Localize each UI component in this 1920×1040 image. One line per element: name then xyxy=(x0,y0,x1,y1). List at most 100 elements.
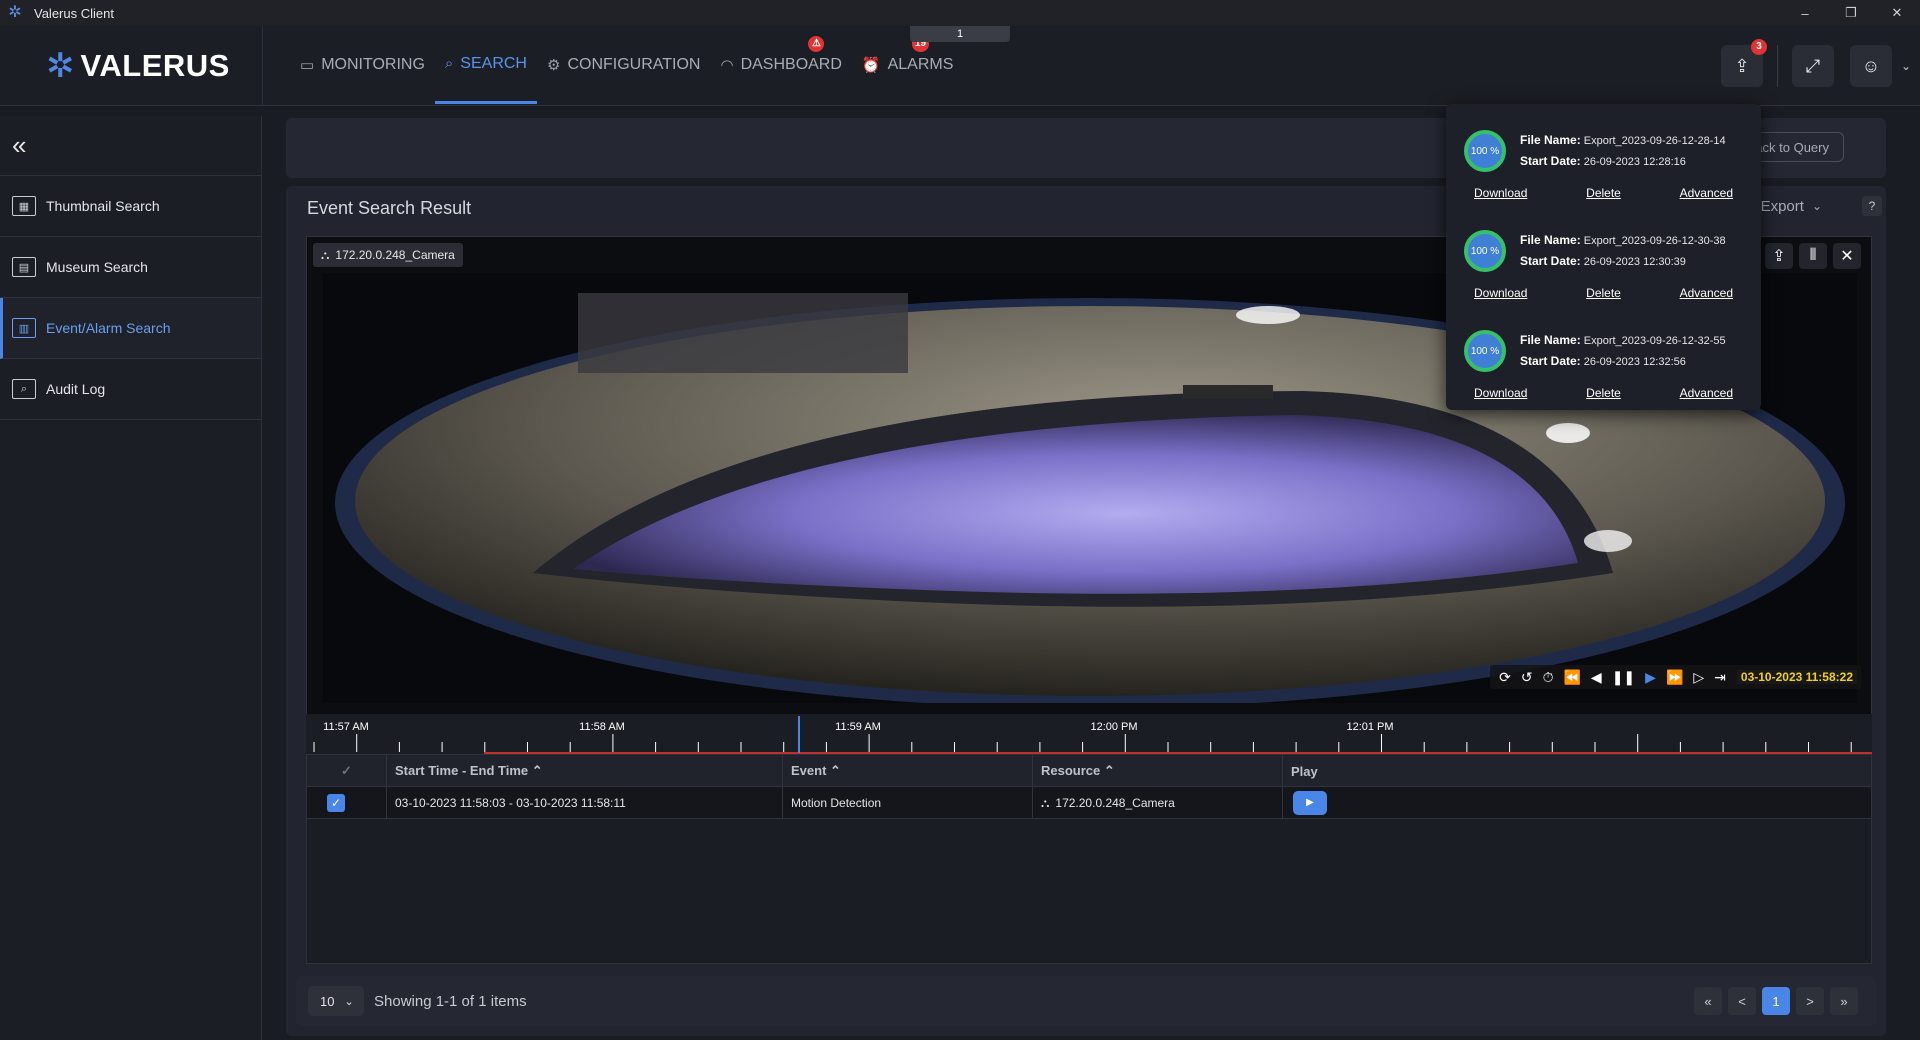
export-info: File Name: Export_2023-09-26-12-32-55 St… xyxy=(1520,330,1726,372)
delete-link[interactable]: Delete xyxy=(1586,286,1621,300)
page-size-select[interactable]: 10 ⌄ xyxy=(308,986,364,1016)
window-titlebar: ✲ Valerus Client – ❐ ✕ xyxy=(0,0,1920,26)
row-checkbox-cell: ✓ xyxy=(307,787,387,819)
loop-button[interactable]: ↺ xyxy=(1521,669,1533,686)
camera-icon: ⛬ xyxy=(321,247,330,262)
playback-timeline[interactable]: 11:57 AM 11:58 AM 11:59 AM 12:00 PM 12:0… xyxy=(306,714,1872,754)
page-size-value: 10 xyxy=(320,993,335,1009)
export-progress-ring: 100 % xyxy=(1464,330,1506,372)
exports-button[interactable]: ⇪ 3 xyxy=(1721,39,1767,87)
sidebar-item-label: Museum Search xyxy=(46,259,148,275)
advanced-link[interactable]: Advanced xyxy=(1680,186,1733,200)
column-start-end-time[interactable]: Start Time - End Time ⌃ xyxy=(387,755,783,787)
row-time: 03-10-2023 11:58:03 - 03-10-2023 11:58:1… xyxy=(387,787,783,819)
chevron-down-icon[interactable]: ⌄ xyxy=(1892,59,1920,73)
export-item: 100 % File Name: Export_2023-09-26-12-32… xyxy=(1446,316,1761,416)
exports-popup: 100 % File Name: Export_2023-09-26-12-28… xyxy=(1446,104,1761,410)
video-close-button[interactable]: ✕ xyxy=(1833,243,1861,269)
workspace-tab[interactable]: 1 xyxy=(910,26,1010,42)
ceiling-light xyxy=(1584,530,1632,552)
download-link[interactable]: Download xyxy=(1474,386,1527,400)
column-event[interactable]: Event ⌃ xyxy=(783,755,1033,787)
prev-page-button[interactable]: < xyxy=(1728,987,1756,1015)
timeline-label: 12:01 PM xyxy=(1346,721,1393,733)
export-file-name: Export_2023-09-26-12-30-38 xyxy=(1583,235,1726,247)
minimize-button[interactable]: – xyxy=(1782,0,1828,26)
advanced-link[interactable]: Advanced xyxy=(1680,386,1733,400)
export-progress-ring: 100 % xyxy=(1464,230,1506,272)
close-window-button[interactable]: ✕ xyxy=(1874,0,1920,26)
playback-timestamp: 03-10-2023 11:58:22 xyxy=(1736,670,1857,684)
start-date-label: Start Date: xyxy=(1520,354,1581,368)
main-nav: ▭ MONITORING ⌕ SEARCH ⚙ CONFIGURATION ◠ … xyxy=(290,26,963,106)
step-forward-button[interactable]: ▷ xyxy=(1693,669,1704,686)
select-all-checkbox[interactable]: ✓ xyxy=(307,755,387,787)
timeline-label: 11:57 AM xyxy=(323,721,369,733)
nav-monitoring[interactable]: ▭ MONITORING xyxy=(290,26,435,104)
nav-monitoring-label: MONITORING xyxy=(321,56,425,73)
play-forward-button[interactable]: ▶ xyxy=(1645,669,1656,686)
timer-button[interactable]: ⏱ xyxy=(1543,669,1554,686)
configuration-icon: ⚙ xyxy=(546,57,561,74)
alarm-icon: ⏰ xyxy=(861,57,881,74)
maximize-button[interactable]: ❐ xyxy=(1828,0,1874,26)
video-layout-button[interactable]: ⦀ xyxy=(1799,243,1827,269)
collapse-sidebar-button[interactable]: « xyxy=(0,116,261,176)
advanced-link[interactable]: Advanced xyxy=(1680,286,1733,300)
event-results-table: ✓ Start Time - End Time ⌃ Event ⌃ Resour… xyxy=(306,754,1872,964)
search-icon: ⌕ xyxy=(444,55,454,72)
export-actions: Download Delete Advanced xyxy=(1446,286,1761,300)
audit-log-icon: ⌕ xyxy=(12,379,36,399)
thumbnail-grid-icon: ▦ xyxy=(12,196,36,216)
sidebar-item-audit-log[interactable]: ⌕ Audit Log xyxy=(0,359,261,420)
fullscreen-button[interactable]: ⤢ xyxy=(1792,45,1834,87)
export-start-date: 26-09-2023 12:32:56 xyxy=(1583,356,1686,368)
header-actions: ⇪ 3 ⤢ ☺ ⌄ xyxy=(1721,26,1920,106)
exports-count-badge: 3 xyxy=(1751,39,1767,55)
first-page-button[interactable]: « xyxy=(1694,987,1722,1015)
last-page-button[interactable]: » xyxy=(1830,987,1858,1015)
user-menu-button[interactable]: ☺ xyxy=(1850,45,1892,87)
sync-button[interactable]: ⟳ xyxy=(1499,669,1511,686)
start-date-label: Start Date: xyxy=(1520,154,1581,168)
row-checkbox[interactable]: ✓ xyxy=(327,794,345,812)
sidebar-item-museum-search[interactable]: ▤ Museum Search xyxy=(0,237,261,298)
sidebar-item-label: Event/Alarm Search xyxy=(46,320,171,336)
sidebar-item-thumbnail-search[interactable]: ▦ Thumbnail Search xyxy=(0,176,261,237)
nav-search-label: SEARCH xyxy=(460,54,527,72)
valerus-logo: ✲ VALERUS xyxy=(46,47,230,85)
nav-dashboard[interactable]: ◠ DASHBOARD ⚠ xyxy=(710,26,851,104)
next-page-button[interactable]: > xyxy=(1796,987,1824,1015)
rewind-button[interactable]: ⏪ xyxy=(1563,669,1580,686)
export-start-date: 26-09-2023 12:28:16 xyxy=(1583,156,1686,168)
fast-forward-button[interactable]: ⏩ xyxy=(1666,669,1683,686)
pause-button[interactable]: ❚❚ xyxy=(1612,669,1635,686)
delete-link[interactable]: Delete xyxy=(1586,186,1621,200)
camera-icon: ⛬ xyxy=(1041,795,1050,810)
delete-link[interactable]: Delete xyxy=(1586,386,1621,400)
column-resource[interactable]: Resource ⌃ xyxy=(1033,755,1283,787)
monitor-icon: ▭ xyxy=(300,57,315,74)
result-title: Event Search Result xyxy=(307,198,472,218)
go-live-button[interactable]: ⇥ xyxy=(1714,669,1726,686)
download-link[interactable]: Download xyxy=(1474,286,1527,300)
export-info: File Name: Export_2023-09-26-12-28-14 St… xyxy=(1520,130,1726,172)
step-back-button[interactable]: ◀ xyxy=(1591,669,1602,686)
sidebar-item-label: Audit Log xyxy=(46,381,106,397)
row-play-button[interactable]: ▶ xyxy=(1293,791,1327,815)
nav-configuration[interactable]: ⚙ CONFIGURATION xyxy=(537,26,710,104)
table-row[interactable]: ✓ 03-10-2023 11:58:03 - 03-10-2023 11:58… xyxy=(307,787,1871,819)
playback-controls: ⟳ ↺ ⏱ ⏪ ◀ ❚❚ ▶ ⏩ ▷ ⇥ 03-10-2023 11:58:22 xyxy=(1490,665,1861,689)
page-buttons: « < 1 > » xyxy=(1688,987,1858,1015)
current-page-button[interactable]: 1 xyxy=(1762,987,1790,1015)
video-export-button[interactable]: ⇪ xyxy=(1765,243,1793,269)
download-link[interactable]: Download xyxy=(1474,186,1527,200)
export-start-date: 26-09-2023 12:30:39 xyxy=(1583,256,1686,268)
nav-configuration-label: CONFIGURATION xyxy=(567,56,701,73)
nav-search[interactable]: ⌕ SEARCH xyxy=(434,26,537,104)
file-name-label: File Name: xyxy=(1520,333,1581,347)
video-toolbar: ⇪ ⦀ ✕ xyxy=(1759,243,1861,269)
sidebar-item-event-alarm-search[interactable]: ▥ Event/Alarm Search xyxy=(0,298,261,359)
export-file-name: Export_2023-09-26-12-28-14 xyxy=(1583,135,1726,147)
help-button[interactable]: ? xyxy=(1862,196,1882,216)
